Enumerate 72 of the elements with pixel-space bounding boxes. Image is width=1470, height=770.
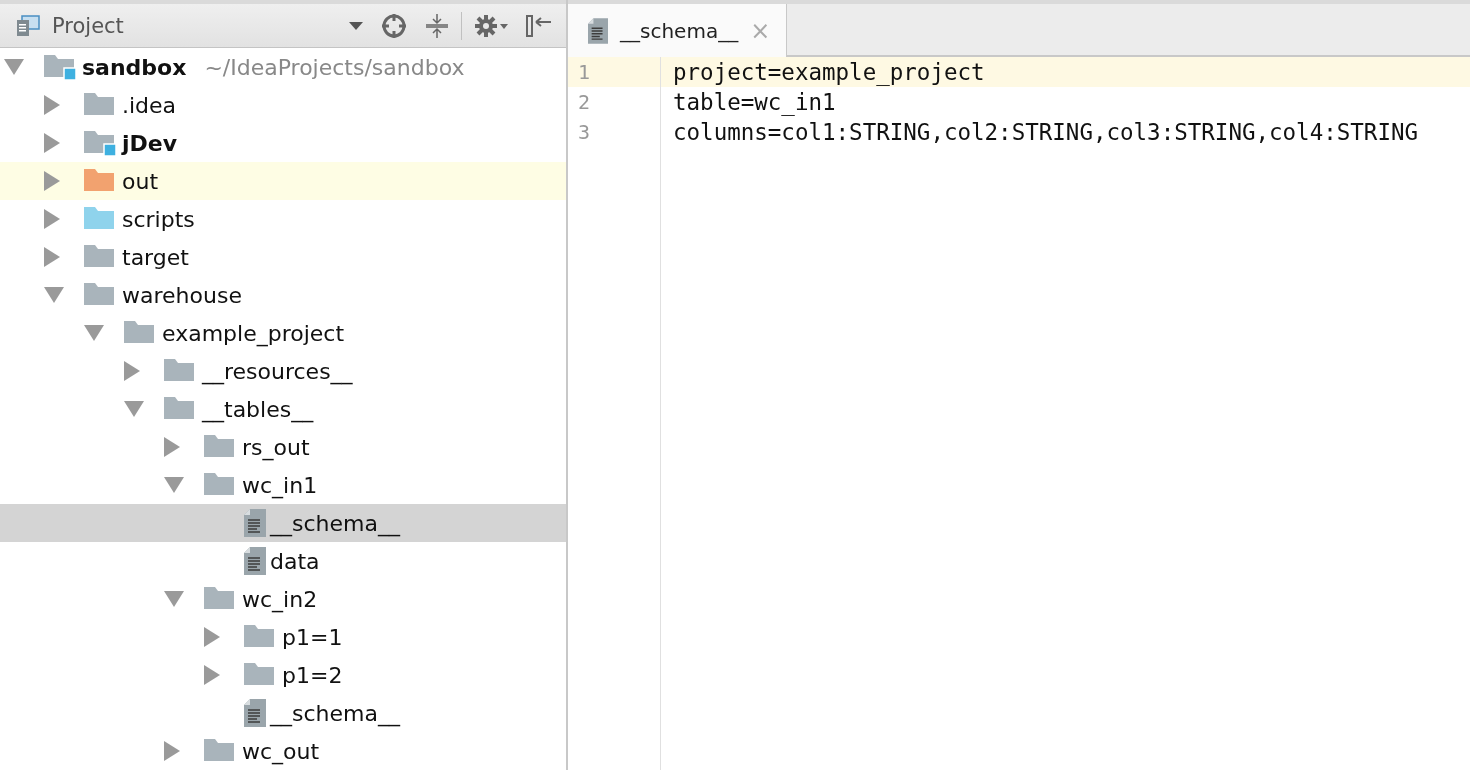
tree-item[interactable]: .idea bbox=[0, 86, 566, 124]
tree-item[interactable]: wc_in2 bbox=[0, 580, 566, 618]
file-icon bbox=[244, 699, 266, 727]
item-name: p1=2 bbox=[282, 662, 343, 688]
item-name: p1=1 bbox=[282, 624, 343, 650]
tree-item[interactable]: target bbox=[0, 238, 566, 276]
collapsed-arrow-icon[interactable] bbox=[44, 247, 60, 267]
item-name: jDev bbox=[122, 130, 178, 156]
tree-item[interactable]: out bbox=[0, 162, 566, 200]
tree-item[interactable]: rs_out bbox=[0, 428, 566, 466]
item-name: wc_in2 bbox=[242, 586, 318, 612]
item-name: target bbox=[122, 244, 189, 270]
hide-panel-icon[interactable] bbox=[526, 13, 552, 38]
code-line: columns=col1:STRING,col2:STRING,col3:STRING,col4:STRING bbox=[672, 119, 1419, 145]
dropdown-caret-icon[interactable] bbox=[349, 21, 363, 30]
file-icon bbox=[244, 509, 266, 537]
expanded-arrow-icon[interactable] bbox=[44, 287, 64, 303]
collapsed-arrow-icon[interactable] bbox=[204, 627, 220, 647]
settings-icon[interactable] bbox=[474, 13, 508, 38]
tree-item[interactable]: jDev bbox=[0, 124, 566, 162]
expanded-arrow-icon[interactable] bbox=[124, 401, 144, 417]
tree-item[interactable]: sandbox ~/IdeaProjects/sandbox bbox=[0, 48, 566, 86]
item-name: __tables__ bbox=[202, 396, 314, 422]
file-icon bbox=[244, 547, 266, 575]
tree-item[interactable]: p1=2 bbox=[0, 656, 566, 694]
item-name: rs_out bbox=[242, 434, 310, 460]
tree-item[interactable]: __schema__ bbox=[0, 694, 566, 732]
tree-item[interactable]: __schema__ bbox=[0, 504, 566, 542]
item-name: __schema__ bbox=[270, 510, 400, 536]
tree-item[interactable]: wc_in1 bbox=[0, 466, 566, 504]
item-name: wc_in1 bbox=[242, 472, 318, 498]
collapsed-arrow-icon[interactable] bbox=[44, 95, 60, 115]
code-line: table=wc_in1 bbox=[672, 89, 836, 115]
item-name: example_project bbox=[162, 320, 345, 346]
collapsed-arrow-icon[interactable] bbox=[204, 665, 220, 685]
item-path: ~/IdeaProjects/sandbox bbox=[204, 54, 465, 80]
collapsed-arrow-icon[interactable] bbox=[124, 361, 140, 381]
item-name: sandbox bbox=[82, 54, 187, 80]
tree-item[interactable]: wc_out bbox=[0, 732, 566, 770]
code-line: project=example_project bbox=[672, 59, 985, 85]
collapsed-arrow-icon[interactable] bbox=[44, 171, 60, 191]
tree-item[interactable]: __tables__ bbox=[0, 390, 566, 428]
item-name: __resources__ bbox=[202, 358, 353, 384]
editor-tab[interactable]: __schema__ × bbox=[568, 4, 788, 57]
tree-item[interactable]: scripts bbox=[0, 200, 566, 238]
tree-item[interactable]: __resources__ bbox=[0, 352, 566, 390]
tree-item[interactable]: data bbox=[0, 542, 566, 580]
item-name: .idea bbox=[122, 92, 177, 118]
tree-item[interactable]: warehouse bbox=[0, 276, 566, 314]
file-icon bbox=[588, 17, 608, 44]
tree-item[interactable]: example_project bbox=[0, 314, 566, 352]
crosshair-icon[interactable] bbox=[381, 12, 407, 39]
item-name: wc_out bbox=[242, 738, 320, 764]
item-name: out bbox=[122, 168, 159, 194]
collapsed-arrow-icon[interactable] bbox=[164, 437, 180, 457]
collapsed-arrow-icon[interactable] bbox=[164, 741, 180, 761]
module-folder-icon bbox=[44, 54, 78, 80]
tree-item[interactable]: p1=1 bbox=[0, 618, 566, 656]
collapsed-arrow-icon[interactable] bbox=[44, 133, 60, 153]
item-name: __schema__ bbox=[270, 700, 400, 726]
expanded-arrow-icon[interactable] bbox=[84, 325, 104, 341]
project-window-icon bbox=[16, 14, 40, 37]
expanded-arrow-icon[interactable] bbox=[164, 591, 184, 607]
collapse-all-icon[interactable] bbox=[425, 13, 449, 38]
collapsed-arrow-icon[interactable] bbox=[44, 209, 60, 229]
expanded-arrow-icon[interactable] bbox=[4, 59, 24, 75]
item-name: warehouse bbox=[122, 282, 242, 308]
item-name: data bbox=[270, 548, 320, 574]
panel-title: Project bbox=[52, 13, 125, 38]
expanded-arrow-icon[interactable] bbox=[164, 477, 184, 493]
item-name: scripts bbox=[122, 206, 195, 232]
module-folder-icon bbox=[84, 130, 118, 156]
